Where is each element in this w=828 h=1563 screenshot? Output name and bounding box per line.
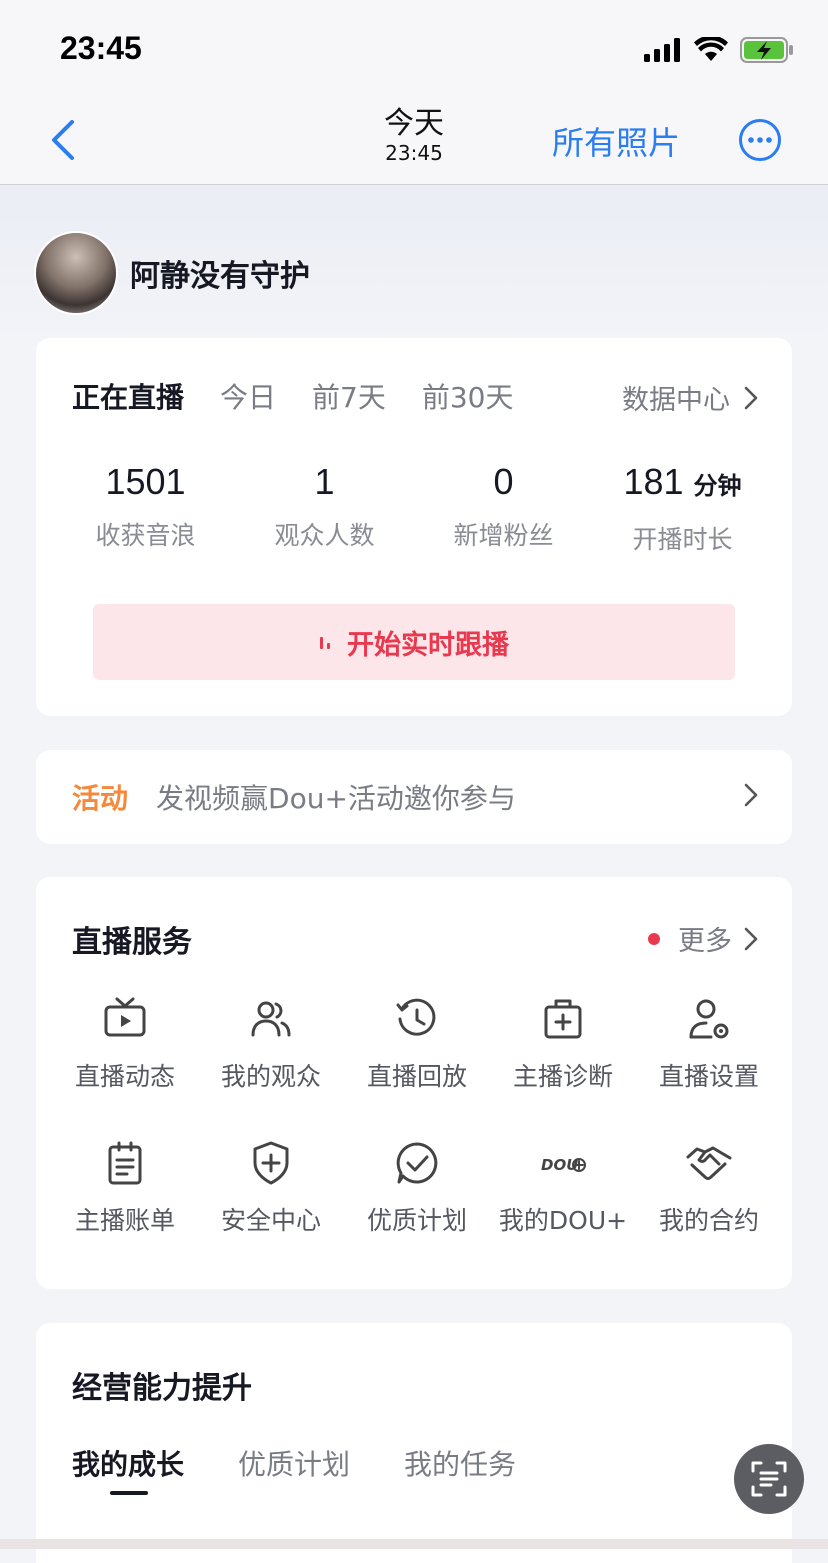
handshake-icon [686, 1146, 732, 1180]
battery-charging-icon [740, 37, 793, 63]
services-grid: 直播动态 我的观众 直播回放 主播诊断 直播设置 主播账单 安全中心 优质计划 … [52, 995, 782, 1237]
stat-value: 1 [314, 461, 335, 502]
service-label: 直播动态 [74, 1062, 175, 1091]
nav-title: 今天 23:45 [364, 106, 464, 164]
all-photos-button[interactable]: 所有照片 [552, 118, 680, 164]
tab-quality-plan[interactable]: 优质计划 [238, 1443, 350, 1483]
stat-label: 开播时长 [632, 525, 733, 554]
chevron-right-icon [744, 927, 758, 950]
service-label: 我的合约 [658, 1206, 759, 1235]
stat-value: 0 [493, 461, 514, 502]
stat-value: 1501 [105, 461, 186, 502]
stat-value: 181 [623, 461, 684, 502]
business-growth-card: 经营能力提升 我的成长 优质计划 我的任务 [36, 1323, 792, 1563]
more-label: 更多 [678, 926, 732, 957]
scan-text-icon [751, 1461, 787, 1497]
growth-tabs: 我的成长 优质计划 我的任务 [72, 1443, 570, 1495]
chat-check-icon [396, 1142, 438, 1184]
activity-banner[interactable]: 活动 发视频赢Dou+活动邀你参与 [36, 750, 792, 844]
status-icons [644, 34, 794, 66]
live-period-tabs: 正在直播 今日 前7天 前30天 [72, 376, 550, 422]
tab-today[interactable]: 今日 [220, 376, 276, 416]
stat-sound-waves: 1501 收获音浪 [56, 460, 235, 556]
tab-my-tasks[interactable]: 我的任务 [404, 1443, 516, 1483]
service-label: 主播诊断 [512, 1062, 613, 1091]
live-services-title: 直播服务 [72, 925, 192, 960]
history-icon [396, 998, 436, 1036]
service-label: 我的观众 [220, 1062, 321, 1091]
more-services-link[interactable]: 更多 [648, 919, 758, 958]
profile-name: 阿静没有守护 [130, 259, 310, 294]
stat-unit: 分钟 [693, 472, 742, 500]
tab-last-7-days[interactable]: 前7天 [312, 376, 386, 416]
stat-viewers: 1 观众人数 [235, 460, 414, 556]
avatar[interactable] [34, 231, 118, 315]
start-live-follow-button[interactable]: 开始实时跟播 [93, 604, 735, 680]
status-time: 23:45 [60, 30, 142, 66]
live-bars-icon [320, 637, 330, 649]
service-live-dynamics[interactable]: 直播动态 [52, 995, 198, 1093]
live-stats: 1501 收获音浪 1 观众人数 0 新增粉丝 181 分钟 开播时长 [36, 460, 792, 556]
service-label: 主播账单 [74, 1206, 175, 1235]
stat-label: 新增粉丝 [453, 521, 554, 550]
live-text-scan-button[interactable] [734, 1444, 804, 1514]
data-center-link[interactable]: 数据中心 [622, 378, 758, 417]
service-anchor-bill[interactable]: 主播账单 [52, 1139, 198, 1237]
notification-dot [648, 932, 660, 945]
profile-header[interactable]: 阿静没有守护 [34, 231, 310, 315]
data-center-label: 数据中心 [622, 385, 730, 416]
live-services-card: 直播服务 更多 直播动态 我的观众 直播回放 主播诊断 直播设置 主播账单 安全… [36, 877, 792, 1289]
dou-plus-icon: DOU [541, 1156, 586, 1174]
signal-icon [644, 38, 680, 62]
service-my-audience[interactable]: 我的观众 [198, 995, 344, 1093]
nav-title-time: 23:45 [385, 141, 443, 165]
shield-plus-icon [253, 1141, 289, 1185]
activity-tag: 活动 [72, 782, 129, 815]
screenshot-content: 阿静没有守护 正在直播 今日 前7天 前30天 数据中心 1501 收获音浪 1… [0, 185, 828, 1563]
service-label: 直播回放 [366, 1062, 467, 1091]
service-live-replay[interactable]: 直播回放 [344, 995, 490, 1093]
tab-live-now[interactable]: 正在直播 [72, 376, 184, 422]
chevron-right-icon [744, 386, 758, 409]
tv-icon [104, 997, 146, 1037]
service-label: 优质计划 [366, 1206, 467, 1235]
stat-new-followers: 0 新增粉丝 [414, 460, 593, 556]
tab-last-30-days[interactable]: 前30天 [422, 376, 514, 416]
more-options-icon[interactable] [738, 118, 782, 162]
stat-value-with-unit: 181 分钟 [593, 460, 772, 508]
service-label: 安全中心 [220, 1206, 321, 1235]
wifi-icon [694, 37, 728, 61]
stat-live-duration: 181 分钟 开播时长 [593, 460, 772, 556]
medical-kit-icon [544, 999, 582, 1039]
service-anchor-diagnosis[interactable]: 主播诊断 [490, 995, 636, 1093]
clipboard-icon [108, 1141, 142, 1185]
service-security-center[interactable]: 安全中心 [198, 1139, 344, 1237]
service-quality-plan[interactable]: 优质计划 [344, 1139, 490, 1237]
nav-title-date: 今天 [384, 106, 444, 141]
service-label: 我的DOU+ [498, 1206, 628, 1235]
chevron-right-icon [744, 783, 758, 807]
back-chevron-icon[interactable] [44, 118, 84, 162]
activity-text: 发视频赢Dou+活动邀你参与 [156, 782, 516, 815]
service-live-settings[interactable]: 直播设置 [636, 995, 782, 1093]
service-my-contract[interactable]: 我的合约 [636, 1139, 782, 1237]
stat-label: 观众人数 [274, 521, 375, 550]
start-live-follow-label: 开始实时跟播 [347, 629, 509, 661]
service-my-dou-plus[interactable]: DOU 我的DOU+ [490, 1139, 636, 1237]
tab-my-growth[interactable]: 我的成长 [72, 1443, 184, 1495]
stat-label: 收获音浪 [95, 521, 196, 550]
service-label: 直播设置 [658, 1062, 759, 1091]
bottom-edge-strip [0, 1539, 828, 1549]
user-settings-icon [689, 999, 729, 1039]
audience-icon [251, 1001, 291, 1037]
status-bar: 23:45 [0, 0, 828, 100]
live-data-card: 正在直播 今日 前7天 前30天 数据中心 1501 收获音浪 1 观众人数 0… [36, 338, 792, 716]
business-growth-title: 经营能力提升 [72, 1371, 252, 1406]
nav-bar: 今天 23:45 所有照片 [0, 100, 828, 185]
